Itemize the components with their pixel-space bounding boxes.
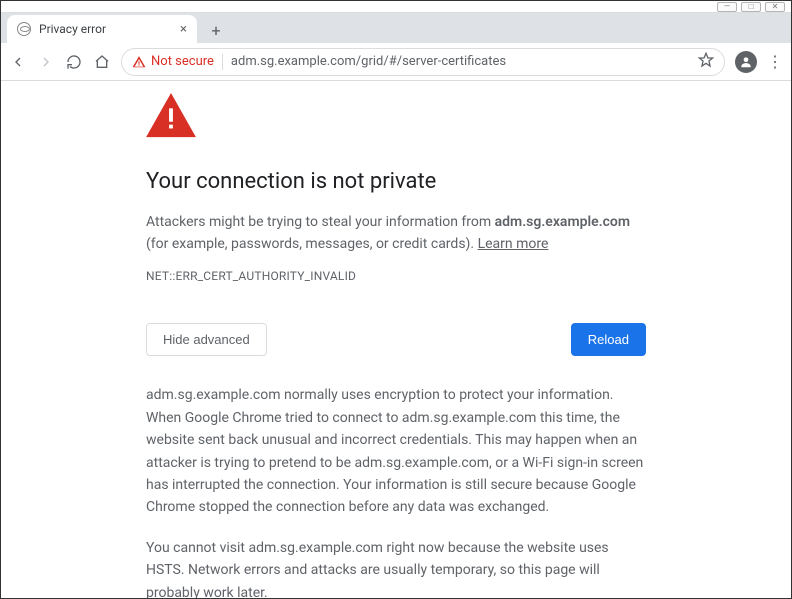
subtext-pre: Attackers might be trying to steal your … bbox=[146, 214, 495, 230]
window-maximize-button[interactable]: □ bbox=[741, 2, 761, 12]
tab-close-icon[interactable]: × bbox=[180, 22, 187, 37]
back-button[interactable] bbox=[9, 53, 27, 71]
forward-button[interactable] bbox=[37, 53, 55, 71]
window-frame: — □ ✕ bbox=[1, 1, 791, 13]
new-tab-button[interactable]: + bbox=[203, 17, 229, 43]
warning-triangle-icon bbox=[132, 55, 146, 69]
subtext-domain: adm.sg.example.com bbox=[495, 214, 630, 230]
reload-button[interactable] bbox=[65, 53, 83, 71]
browser-toolbar: Not secure adm.sg.example.com/grid/#/ser… bbox=[1, 43, 791, 81]
button-row: Hide advanced Reload bbox=[146, 323, 646, 356]
browser-menu-button[interactable]: ⋮ bbox=[767, 52, 783, 71]
advanced-details: adm.sg.example.com normally uses encrypt… bbox=[146, 384, 646, 598]
details-paragraph-2: You cannot visit adm.sg.example.com righ… bbox=[146, 537, 646, 598]
warning-icon bbox=[146, 93, 646, 143]
window-minimize-button[interactable]: — bbox=[717, 2, 737, 12]
omnibox-divider bbox=[222, 54, 223, 70]
tab-strip: Privacy error × + bbox=[1, 13, 791, 43]
reload-page-button[interactable]: Reload bbox=[571, 323, 646, 356]
home-button[interactable] bbox=[93, 53, 111, 71]
subtext-post: (for example, passwords, messages, or cr… bbox=[146, 236, 478, 252]
browser-tab[interactable]: Privacy error × bbox=[7, 15, 197, 43]
window-close-button[interactable]: ✕ bbox=[765, 2, 785, 12]
profile-avatar[interactable] bbox=[735, 51, 757, 73]
page-title: Your connection is not private bbox=[146, 169, 646, 194]
error-code: NET::ERR_CERT_AUTHORITY_INVALID bbox=[146, 269, 646, 283]
globe-icon bbox=[17, 22, 31, 36]
hide-advanced-button[interactable]: Hide advanced bbox=[146, 323, 267, 356]
learn-more-link[interactable]: Learn more bbox=[478, 236, 549, 252]
bookmark-star-icon[interactable] bbox=[698, 52, 714, 72]
url-text: adm.sg.example.com/grid/#/server-certifi… bbox=[231, 54, 506, 69]
page-viewport[interactable]: Your connection is not private Attackers… bbox=[1, 81, 791, 598]
details-paragraph-1: adm.sg.example.com normally uses encrypt… bbox=[146, 384, 646, 518]
ssl-interstitial: Your connection is not private Attackers… bbox=[136, 93, 656, 598]
address-bar[interactable]: Not secure adm.sg.example.com/grid/#/ser… bbox=[121, 48, 725, 76]
security-label: Not secure bbox=[151, 54, 214, 69]
security-indicator[interactable]: Not secure bbox=[132, 54, 214, 69]
tab-title: Privacy error bbox=[39, 22, 106, 36]
warning-subtext: Attackers might be trying to steal your … bbox=[146, 212, 646, 255]
